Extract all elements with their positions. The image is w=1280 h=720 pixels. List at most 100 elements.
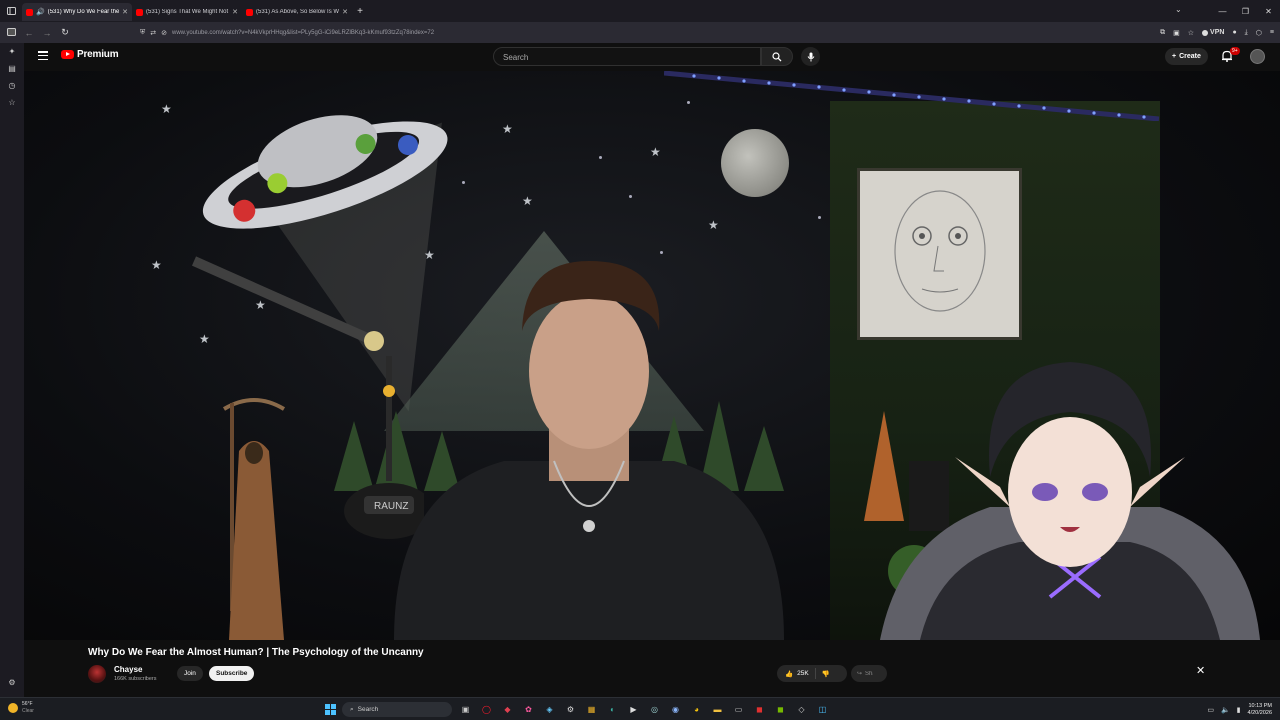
- channel-avatar[interactable]: [88, 665, 106, 683]
- app-icon[interactable]: ▭: [731, 702, 746, 717]
- new-tab-button[interactable]: +: [352, 6, 368, 17]
- shield-icon[interactable]: ⛨: [140, 29, 145, 37]
- steam-icon[interactable]: ◎: [647, 702, 662, 717]
- video-player[interactable]: RAUNZ ★ ★ ★ ★ ★ ★ ★ ★ ★: [24, 71, 1280, 640]
- account-avatar[interactable]: [1250, 49, 1265, 64]
- toolbar-right: ⧉ ▣ ☆ VPN ● ⤓ ⬡ ≡: [1160, 22, 1274, 43]
- app-icon[interactable]: ◇: [794, 702, 809, 717]
- like-count: 25K: [797, 670, 809, 677]
- volume-icon[interactable]: 🔈: [1221, 706, 1230, 714]
- window-close-icon[interactable]: ✕: [1257, 7, 1280, 16]
- vpn-button[interactable]: VPN: [1202, 29, 1224, 36]
- browser-menu-icon[interactable]: ≡: [1270, 29, 1274, 36]
- close-icon[interactable]: ✕: [342, 8, 348, 16]
- taskbar-apps: ⌕ Search ▣ ◯ ◆ ✿ ◈ ⚙ ▦ ◐ ▶ ◎ ◉ ◕ ▬ ▭ ◼ ◼…: [325, 701, 830, 718]
- nvidia-icon[interactable]: ◼: [773, 702, 788, 717]
- app-icon[interactable]: ◫: [815, 702, 830, 717]
- speaker-icon[interactable]: 🔊: [36, 8, 45, 16]
- battery-icon[interactable]: ▮: [1237, 706, 1241, 714]
- menu-icon[interactable]: [38, 51, 48, 60]
- star-decoration: ★: [255, 298, 266, 312]
- reaper-statue: [222, 398, 286, 640]
- tab-view-icon[interactable]: [2, 27, 20, 38]
- subscribe-button[interactable]: Subscribe: [209, 666, 255, 681]
- search-button[interactable]: [761, 47, 793, 66]
- windows-icon[interactable]: [325, 704, 336, 715]
- close-icon[interactable]: ✕: [232, 8, 238, 16]
- aria-icon[interactable]: ●: [1232, 29, 1236, 36]
- youtube-play-icon: [61, 50, 74, 59]
- channel-name[interactable]: Chayse: [114, 665, 142, 674]
- lock-icon[interactable]: ⊘: [161, 29, 167, 37]
- browser-tab[interactable]: (531) Signs That We Might Not ✕: [132, 3, 242, 21]
- download-icon[interactable]: ⤓: [1245, 29, 1248, 37]
- browser-tab[interactable]: (531) As Above, So Below Is Wr ✕: [242, 3, 352, 21]
- minimize-icon[interactable]: —: [1211, 7, 1234, 16]
- close-icon[interactable]: ✕: [1196, 664, 1205, 677]
- url-field[interactable]: ⛨ ⇄ ⊘ www.youtube.com/watch?v=N4kVkprHHq…: [140, 29, 1090, 37]
- share-button[interactable]: ↪ Share: [851, 665, 887, 682]
- vtuber-avatar: [880, 362, 1260, 640]
- app-icon[interactable]: ⚙: [563, 702, 578, 717]
- star-decoration: [687, 101, 690, 104]
- task-view-icon[interactable]: ▣: [458, 702, 473, 717]
- mic-icon: [807, 52, 814, 61]
- tab-label: (531) As Above, So Below Is Wr: [256, 9, 340, 15]
- app-icon[interactable]: ◈: [542, 702, 557, 717]
- chrome-icon[interactable]: ◕: [689, 702, 704, 717]
- voice-search-button[interactable]: [801, 47, 820, 66]
- system-tray: ▭ 🔈 ▮ 10:13 PM 4/20/2026: [1207, 701, 1272, 718]
- tab-list-chevron-icon[interactable]: ⌄: [1175, 5, 1182, 14]
- close-icon[interactable]: ✕: [122, 8, 128, 16]
- clock[interactable]: 10:13 PM 4/20/2026: [1248, 703, 1272, 717]
- search-icon: [772, 51, 782, 61]
- youtube-logo[interactable]: Premium: [61, 49, 119, 60]
- youtube-header: Premium Search + Create 9+: [24, 43, 1280, 71]
- monitor-icon[interactable]: ▭: [1207, 706, 1214, 714]
- weather-widget[interactable]: 56°F Clear: [8, 701, 34, 715]
- screenshot-icon[interactable]: ⧉: [1160, 29, 1165, 37]
- maximize-icon[interactable]: ❐: [1234, 7, 1257, 16]
- reload-icon[interactable]: ↻: [56, 27, 74, 38]
- browser-tab[interactable]: 🔊 (531) Why Do We Fear the ✕: [22, 3, 132, 21]
- opera-icon[interactable]: ◯: [479, 702, 494, 717]
- join-button[interactable]: Join: [177, 666, 203, 681]
- address-bar-row: ← → ↻ ⛨ ⇄ ⊘ www.youtube.com/watch?v=N4kV…: [0, 22, 1280, 43]
- app-icon[interactable]: ◆: [500, 702, 515, 717]
- vpn-label: VPN: [1210, 29, 1225, 36]
- logo-text: Premium: [77, 49, 119, 60]
- browser-tab-strip: 🔊 (531) Why Do We Fear the ✕ (531) Signs…: [0, 0, 1280, 22]
- forward-icon[interactable]: →: [38, 28, 56, 38]
- edge-icon[interactable]: ◐: [605, 702, 620, 717]
- app-icon[interactable]: ✿: [521, 702, 536, 717]
- reader-icon[interactable]: ▣: [1173, 29, 1180, 37]
- video-title: Why Do We Fear the Almost Human? | The P…: [88, 647, 424, 658]
- star-decoration: ★: [161, 102, 172, 116]
- bookmark-icon[interactable]: ☆: [1188, 29, 1194, 37]
- like-button[interactable]: 👍 25K: [777, 668, 816, 679]
- wallet-icon[interactable]: ▤: [0, 60, 24, 77]
- sidebar-icon[interactable]: [0, 0, 22, 22]
- back-icon[interactable]: ←: [20, 28, 38, 38]
- weather-temp: 56°F: [22, 701, 33, 707]
- app-icon[interactable]: ▦: [584, 702, 599, 717]
- dislike-button[interactable]: 👎: [816, 670, 836, 678]
- ai-icon[interactable]: ✦: [0, 43, 24, 60]
- create-button[interactable]: + Create: [1165, 48, 1208, 65]
- share-label: Share: [865, 670, 873, 677]
- app-icon[interactable]: ▶: [626, 702, 641, 717]
- app-icon[interactable]: ◉: [668, 702, 683, 717]
- subscriber-count: 166K subscribers: [114, 676, 157, 682]
- extensions-icon[interactable]: ⬡: [1256, 29, 1262, 37]
- folder-icon[interactable]: ▬: [710, 702, 725, 717]
- history-icon[interactable]: ◷: [0, 77, 24, 94]
- favorites-icon[interactable]: ☆: [0, 94, 24, 111]
- streamer: [394, 261, 784, 640]
- share-icon: ↪: [857, 671, 863, 677]
- taskbar-search[interactable]: ⌕ Search: [342, 702, 452, 717]
- notification-badge: 9+: [1230, 47, 1240, 55]
- site-info-icon[interactable]: ⇄: [150, 29, 156, 37]
- settings-icon[interactable]: ⚙: [0, 674, 24, 691]
- search-input[interactable]: Search: [493, 47, 761, 66]
- app-icon[interactable]: ◼: [752, 702, 767, 717]
